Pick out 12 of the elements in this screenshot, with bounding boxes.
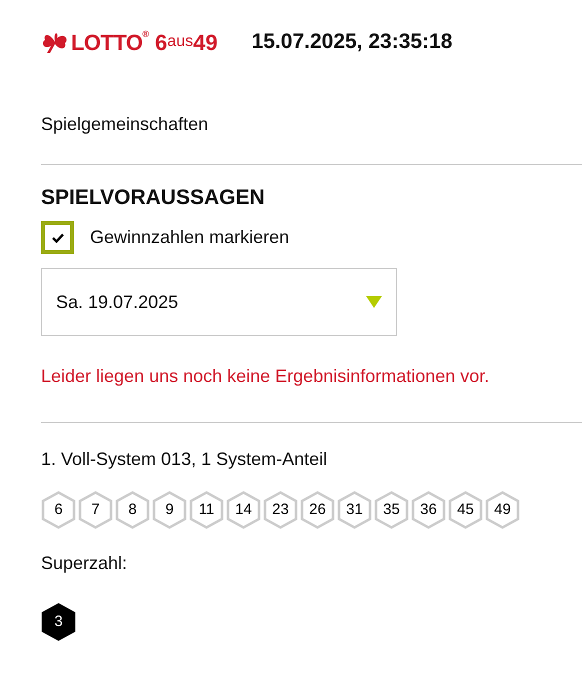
date-select[interactable]: Sa. 19.07.2025 xyxy=(41,268,397,336)
checkbox-label: Gewinnzahlen markieren xyxy=(90,226,290,249)
lotto-logo[interactable]: LOTTO® 6aus49 xyxy=(41,26,218,58)
section-title: SPIELVORAUSSAGEN xyxy=(41,185,266,211)
nav-link[interactable]: Spielgemeinschaften xyxy=(41,110,208,138)
checkbox[interactable] xyxy=(41,221,74,254)
system-title: 1. Voll-System 013, 1 System-Anteil xyxy=(41,448,328,471)
dropdown-arrow-icon xyxy=(366,296,382,308)
error-message: Leider liegen uns noch keine Ergebnisinformationen vor. xyxy=(41,365,490,388)
superzahl-label: Superzahl: xyxy=(41,552,128,575)
checkmark-icon xyxy=(52,232,64,242)
draw-datetime: 15.07.2025, 23:35:18 xyxy=(252,29,452,56)
